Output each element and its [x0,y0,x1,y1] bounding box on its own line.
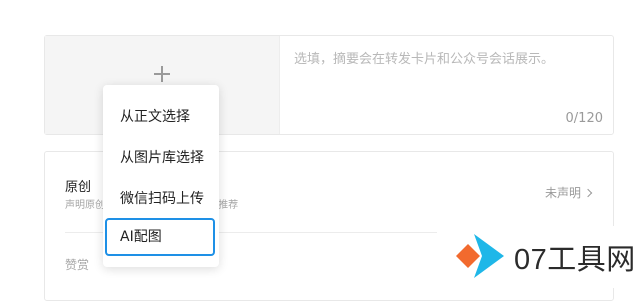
menu-item-from-image-library[interactable]: 从图片库选择 [120,147,204,167]
plus-icon[interactable] [154,66,170,82]
menu-item-wechat-scan-upload[interactable]: 微信扫码上传 [120,188,204,208]
watermark-logo-icon [456,234,504,278]
reward-label: 赞赏 [65,258,90,272]
watermark-text: 07工具网 [514,244,636,276]
summary-char-counter: 0/120 [565,111,603,126]
watermark: 07工具网 [448,226,640,288]
original-status-label: 未声明 [544,186,581,200]
menu-item-ai-image[interactable]: AI配图 [105,218,215,256]
menu-item-from-article[interactable]: 从正文选择 [120,106,190,126]
original-status-link[interactable]: 未声明 [544,184,593,201]
original-title: 原创 [65,180,92,195]
cover-source-menu: 从正文选择 从图片库选择 微信扫码上传 AI配图 [103,85,219,267]
summary-input[interactable]: 选填，摘要会在转发卡片和公众号会话展示。 [294,48,554,67]
chevron-right-icon [583,188,593,198]
